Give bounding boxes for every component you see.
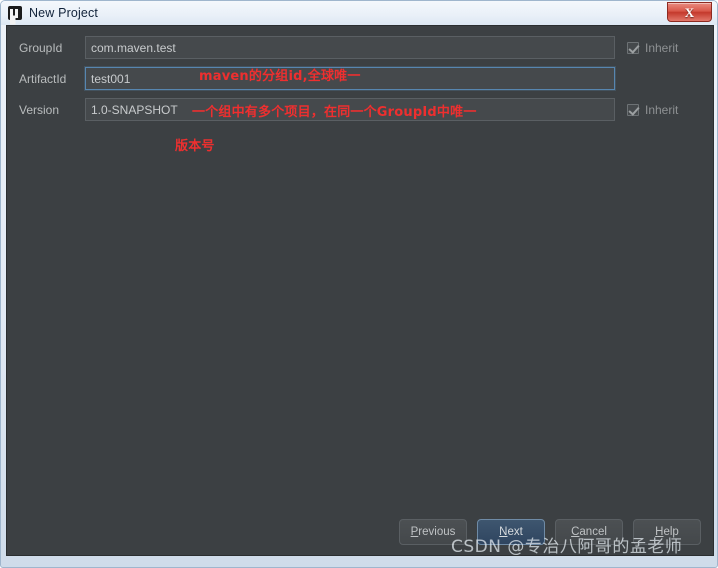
- previous-button-mnemonic: P: [410, 526, 419, 538]
- title-bar[interactable]: New Project: [1, 1, 717, 25]
- version-inherit-label: Inherit: [645, 102, 679, 117]
- version-inherit-checkbox[interactable]: [627, 103, 639, 116]
- next-button-mnemonic: N: [499, 526, 508, 538]
- close-button[interactable]: X: [667, 2, 712, 22]
- cancel-button-mnemonic: C: [571, 526, 580, 538]
- help-button-mnemonic: H: [655, 526, 664, 538]
- annotation-version: 版本号: [175, 139, 215, 154]
- form-row-artifactid: ArtifactId: [7, 65, 713, 92]
- artifactid-label: ArtifactId: [19, 71, 67, 86]
- cancel-button[interactable]: Cancel: [555, 519, 623, 545]
- help-button-label: elp: [663, 526, 679, 538]
- form-row-groupid: GroupId Inherit: [7, 34, 713, 61]
- version-input[interactable]: [85, 98, 615, 121]
- groupid-input[interactable]: [85, 36, 615, 59]
- groupid-inherit-label: Inherit: [645, 40, 679, 55]
- previous-button-label: revious: [418, 526, 456, 538]
- artifactid-input[interactable]: [85, 67, 615, 90]
- version-label: Version: [19, 102, 60, 117]
- dialog-content-panel: GroupId Inherit ArtifactId Version: [6, 25, 714, 556]
- dialog-button-bar: Previous Next Cancel Help: [7, 519, 713, 545]
- intellij-idea-icon: [8, 6, 22, 20]
- new-project-dialog-window: New Project X GroupId Inherit ArtifactId: [0, 0, 718, 568]
- help-button[interactable]: Help: [633, 519, 701, 545]
- maven-coordinates-form: GroupId Inherit ArtifactId Version: [7, 26, 713, 133]
- next-button[interactable]: Next: [477, 519, 545, 545]
- cancel-button-label: ancel: [579, 526, 607, 538]
- form-row-version: Version Inherit: [7, 96, 713, 123]
- close-icon: X: [684, 4, 695, 20]
- window-title: New Project: [29, 6, 99, 20]
- version-inherit-group[interactable]: Inherit: [623, 103, 713, 117]
- next-button-label: ext: [507, 526, 523, 538]
- groupid-label: GroupId: [19, 40, 63, 55]
- groupid-inherit-checkbox[interactable]: [627, 41, 639, 54]
- groupid-inherit-group[interactable]: Inherit: [623, 41, 713, 55]
- previous-button[interactable]: Previous: [399, 519, 467, 545]
